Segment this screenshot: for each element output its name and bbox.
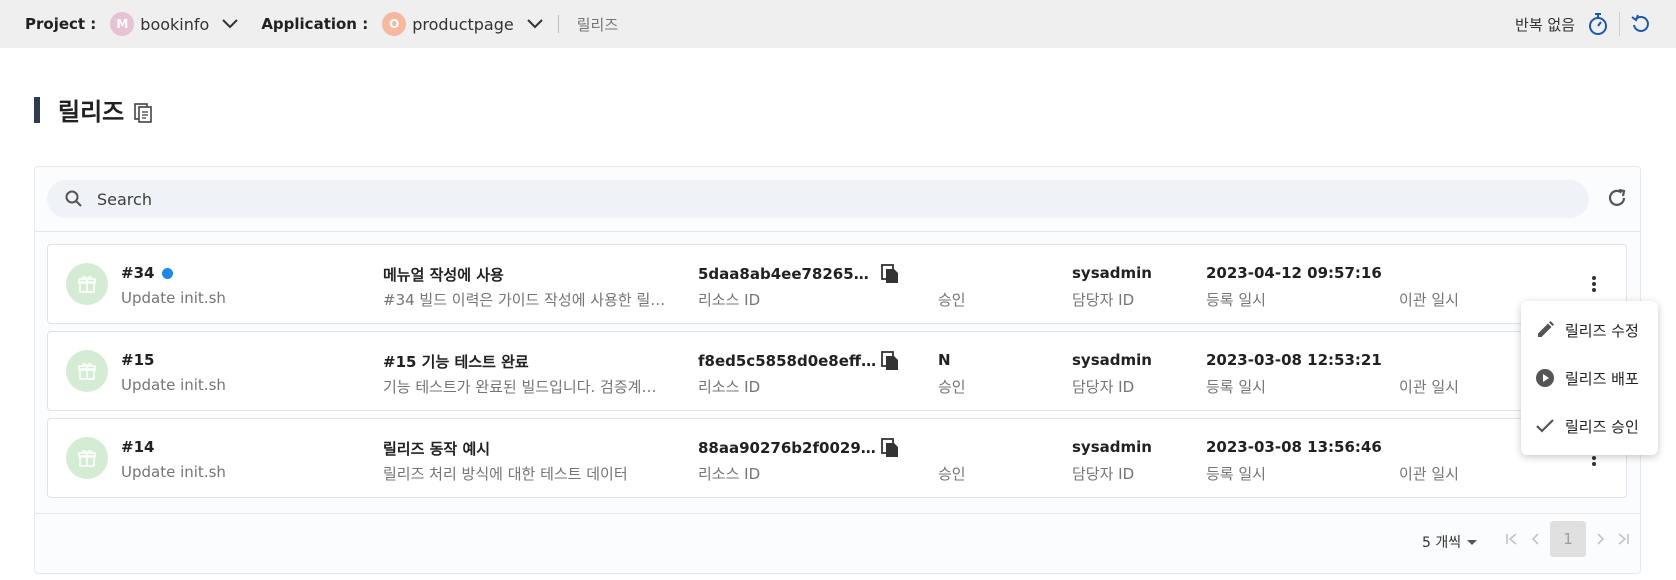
next-page-icon[interactable] — [1596, 532, 1606, 546]
menu-item-deploy-release[interactable]: 릴리즈 배포 — [1535, 364, 1639, 392]
gift-icon — [66, 437, 108, 479]
menu-item-label: 릴리즈 수정 — [1565, 321, 1639, 340]
menu-item-label: 릴리즈 배포 — [1565, 369, 1639, 388]
resource-id: f8ed5c5858d0e8eff6f5… — [698, 352, 878, 370]
more-vert-icon[interactable] — [1591, 275, 1597, 293]
application-chevron-down-icon[interactable] — [526, 18, 544, 30]
project-chevron-down-icon[interactable] — [221, 18, 239, 30]
page-title: 릴리즈 — [58, 98, 125, 126]
release-number: #14 — [121, 438, 154, 456]
release-number-text: #15 — [121, 351, 155, 369]
pencil-icon — [1535, 320, 1557, 340]
registered-date: 2023-04-12 09:57:16 — [1206, 264, 1382, 282]
user-id: sysadmin — [1072, 351, 1152, 369]
registered-date: 2023-03-08 12:53:21 — [1206, 351, 1382, 369]
release-title: 메뉴얼 작성에 사용 — [383, 266, 504, 284]
title-accent-bar — [34, 96, 40, 123]
release-card[interactable]: #34 Update init.sh 메뉴얼 작성에 사용 #34 빌드 이력은… — [47, 244, 1627, 324]
application-label: Application : — [261, 15, 369, 33]
pagination-divider — [35, 513, 1640, 514]
release-title: 릴리즈 동작 예시 — [383, 440, 491, 458]
user-id-label: 담당자 ID — [1072, 378, 1135, 396]
project-label: Project : — [25, 15, 97, 33]
page-title-block: 릴리즈 — [34, 92, 154, 127]
release-card[interactable]: #14 Update init.sh 릴리즈 동작 예시 릴리즈 처리 방식에 … — [47, 418, 1627, 498]
menu-item-label: 릴리즈 승인 — [1565, 417, 1639, 436]
registered-date-label: 등록 일시 — [1206, 291, 1266, 309]
resource-id: 88aa90276b2f00290d3f… — [698, 439, 878, 457]
page-size-value: 5 개씩 — [1422, 535, 1462, 551]
user-id-label: 담당자 ID — [1072, 465, 1135, 483]
registered-date-label: 등록 일시 — [1206, 465, 1266, 483]
first-page-icon[interactable] — [1505, 532, 1519, 546]
top-bar: Project : M bookinfo Application : O pro… — [0, 0, 1676, 48]
breadcrumb-separator — [557, 15, 559, 33]
page-number-current[interactable]: 1 — [1550, 521, 1586, 557]
application-avatar: O — [382, 12, 407, 36]
approval-value: N — [938, 351, 951, 369]
transfer-date-label: 이관 일시 — [1399, 465, 1459, 483]
user-id: sysadmin — [1072, 264, 1152, 282]
release-number: #15 — [121, 351, 154, 369]
search-bar[interactable]: Search — [47, 180, 1589, 218]
release-panel: Search #34 Update init.sh 메뉴얼 작성에 사용 #34… — [34, 166, 1641, 574]
search-input[interactable]: Search — [97, 190, 152, 209]
registered-date: 2023-03-08 13:56:46 — [1206, 438, 1382, 456]
approval-label: 승인 — [938, 291, 966, 309]
copy-document-icon[interactable] — [132, 101, 154, 123]
prev-page-icon[interactable] — [1530, 532, 1540, 546]
user-id-label: 담당자 ID — [1072, 291, 1135, 309]
approval-label: 승인 — [938, 465, 966, 483]
repeat-text: 반복 없음 — [1515, 15, 1575, 34]
undo-icon[interactable] — [1630, 13, 1652, 35]
pagination: 5 개씩 1 — [35, 513, 1640, 573]
resource-id: 5daa8ab4ee78265a4ea… — [698, 265, 878, 283]
application-value[interactable]: productpage — [412, 15, 514, 34]
copy-icon[interactable] — [880, 437, 900, 459]
breadcrumb: 릴리즈 — [576, 15, 619, 34]
release-title: #15 기능 테스트 완료 — [383, 353, 529, 371]
menu-item-approve-release[interactable]: 릴리즈 승인 — [1535, 412, 1639, 440]
user-id: sysadmin — [1072, 438, 1152, 456]
check-icon — [1535, 416, 1557, 436]
release-description: #34 빌드 이력은 가이드 작성에 사용한 릴리즈입니다. — [383, 291, 667, 309]
last-page-icon[interactable] — [1616, 532, 1630, 546]
top-bar-divider — [1619, 12, 1620, 36]
release-context-menu: 릴리즈 수정 릴리즈 배포 릴리즈 승인 — [1521, 301, 1658, 455]
refresh-icon[interactable] — [1606, 187, 1628, 209]
release-commit: Update init.sh — [121, 463, 226, 481]
approval-label: 승인 — [938, 378, 966, 396]
page-size-select[interactable]: 5 개씩 — [1422, 532, 1478, 552]
caret-down-icon — [1467, 539, 1478, 545]
play-circle-icon — [1535, 368, 1557, 388]
transfer-date-label: 이관 일시 — [1399, 291, 1459, 309]
project-value[interactable]: bookinfo — [140, 15, 209, 34]
resource-id-label: 리소스 ID — [698, 291, 761, 309]
top-bar-right: 반복 없음 — [1515, 0, 1676, 48]
menu-item-edit-release[interactable]: 릴리즈 수정 — [1535, 316, 1639, 344]
gift-icon — [66, 263, 108, 305]
release-commit: Update init.sh — [121, 289, 226, 307]
copy-icon[interactable] — [880, 350, 900, 372]
stopwatch-icon[interactable] — [1587, 12, 1609, 36]
release-number: #34 — [121, 264, 174, 282]
release-card[interactable]: #15 Update init.sh #15 기능 테스트 완료 기능 테스트가… — [47, 331, 1627, 411]
gift-icon — [66, 350, 108, 392]
resource-id-label: 리소스 ID — [698, 465, 761, 483]
copy-icon[interactable] — [880, 263, 900, 285]
release-description: 기능 테스트가 완료된 빌드입니다. 검증계에 배포합니다. — [383, 378, 667, 396]
release-number-text: #14 — [121, 438, 155, 456]
registered-date-label: 등록 일시 — [1206, 378, 1266, 396]
release-commit: Update init.sh — [121, 376, 226, 394]
search-icon — [65, 190, 83, 208]
new-indicator-dot — [162, 267, 174, 279]
resource-id-label: 리소스 ID — [698, 378, 761, 396]
release-number-text: #34 — [121, 264, 155, 282]
project-avatar: M — [110, 12, 135, 36]
panel-divider — [35, 231, 1640, 232]
release-description: 릴리즈 처리 방식에 대한 테스트 데이터 — [383, 465, 628, 483]
transfer-date-label: 이관 일시 — [1399, 378, 1459, 396]
